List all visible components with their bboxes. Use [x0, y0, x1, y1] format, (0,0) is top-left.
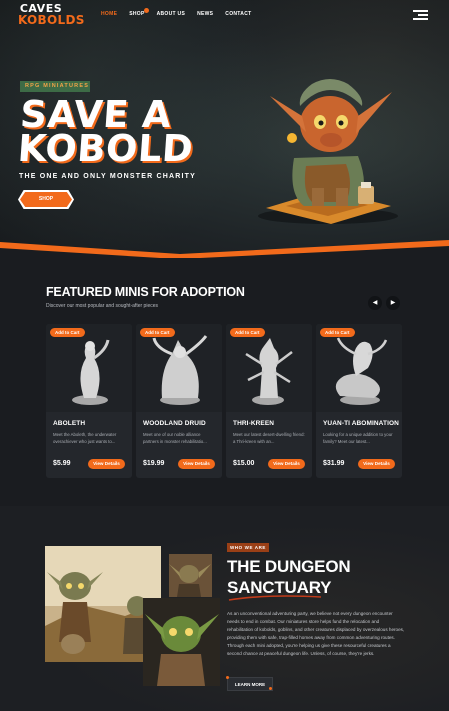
- add-to-cart-button[interactable]: Add to Cart: [50, 328, 85, 337]
- cart-badge: [143, 8, 149, 13]
- learn-more-button[interactable]: LEARN MORE: [227, 677, 273, 691]
- hero-headline: SAVE A KOBOLD: [16, 93, 197, 170]
- product-description: Meet our latest desert-dwelling friend: …: [233, 432, 305, 444]
- product-name: ABOLETH: [53, 420, 86, 427]
- goblin-small-image: [169, 554, 212, 597]
- chevron-right-icon[interactable]: ▶: [386, 296, 400, 310]
- view-details-button[interactable]: View Details: [268, 459, 305, 469]
- product-price: $5.99: [53, 460, 71, 467]
- add-to-cart-button[interactable]: Add to Cart: [230, 328, 265, 337]
- nav-shop-label: SHOP: [129, 11, 145, 17]
- product-name: WOODLAND DRUID: [143, 420, 206, 427]
- featured-section: FEATURED MINIS FOR ADOPTION Discover our…: [0, 258, 449, 506]
- product-card: Add to Cart THRI-KREEN Meet our latest d…: [226, 324, 312, 478]
- about-title-line-1: THE DUNGEON: [227, 557, 351, 576]
- product-price: $19.99: [143, 460, 165, 467]
- thri-kreen-image: [226, 324, 312, 412]
- hero-tagline: THE ONE AND ONLY MONSTER CHARITY: [19, 173, 196, 180]
- about-section: WHO WE ARE THE DUNGEON SANCTUARY As an u…: [0, 506, 449, 711]
- add-to-cart-button[interactable]: Add to Cart: [140, 328, 175, 337]
- logo-text-bottom: KOBOLDS: [18, 13, 85, 27]
- product-name: YUAN-TI ABOMINATION: [323, 420, 399, 427]
- button-corner-dot: [269, 687, 272, 690]
- product-name: THRI-KREEN: [233, 420, 275, 427]
- product-price: $15.00: [233, 460, 255, 467]
- featured-title: FEATURED MINIS FOR ADOPTION: [46, 285, 245, 299]
- shop-button[interactable]: SHOP: [20, 192, 72, 207]
- kobold-portrait-image: [143, 598, 220, 686]
- product-price: $31.99: [323, 460, 345, 467]
- about-tag: WHO WE ARE: [227, 543, 269, 552]
- nav-shop[interactable]: SHOP: [129, 8, 149, 17]
- view-details-button[interactable]: View Details: [358, 459, 395, 469]
- title-underline: [228, 595, 322, 601]
- view-details-button[interactable]: View Details: [88, 459, 125, 469]
- aboleth-image: [46, 324, 132, 412]
- product-card: Add to Cart WOODLAND DRUID Meet one of o…: [136, 324, 222, 478]
- button-corner-dot: [226, 676, 229, 679]
- hero-orange-band: [0, 240, 449, 258]
- about-body: As an unconventional adventuring party, …: [227, 611, 405, 656]
- headline-line-2: KOBOLD: [16, 127, 195, 170]
- product-description: Meet the Aboleth, the underwater overach…: [53, 432, 117, 444]
- about-title: THE DUNGEON SANCTUARY: [227, 556, 351, 598]
- product-card: Add to Cart ABOLETH Meet the Aboleth, th…: [46, 324, 132, 478]
- featured-subtitle: Discover our most popular and sought-aft…: [46, 303, 159, 309]
- hero-section: CAVES KOBOLDS HOME SHOP ABOUT US NEWS CO…: [0, 0, 449, 258]
- nav-home[interactable]: HOME: [101, 11, 117, 17]
- main-nav: HOME SHOP ABOUT US NEWS CONTACT: [101, 8, 251, 17]
- add-to-cart-button[interactable]: Add to Cart: [320, 328, 355, 337]
- kobold-illustration: [258, 79, 398, 224]
- chevron-left-icon[interactable]: ◀: [368, 296, 382, 310]
- view-details-button[interactable]: View Details: [178, 459, 215, 469]
- yuan-ti-image: [316, 324, 402, 412]
- woodland-druid-image: [136, 324, 222, 412]
- nav-news[interactable]: NEWS: [197, 11, 213, 17]
- hero-eyebrow: RPG MINIATURES: [20, 81, 90, 92]
- product-card: Add to Cart YUAN-TI ABOMINATION Looking …: [316, 324, 402, 478]
- product-description: Looking for a unique addition to your fa…: [323, 432, 393, 444]
- product-description: Meet one of our noble alliance partners …: [143, 432, 207, 444]
- nav-about[interactable]: ABOUT US: [157, 11, 186, 17]
- hamburger-icon[interactable]: [413, 10, 428, 20]
- nav-contact[interactable]: CONTACT: [225, 11, 251, 17]
- site-logo[interactable]: CAVES KOBOLDS: [18, 3, 85, 29]
